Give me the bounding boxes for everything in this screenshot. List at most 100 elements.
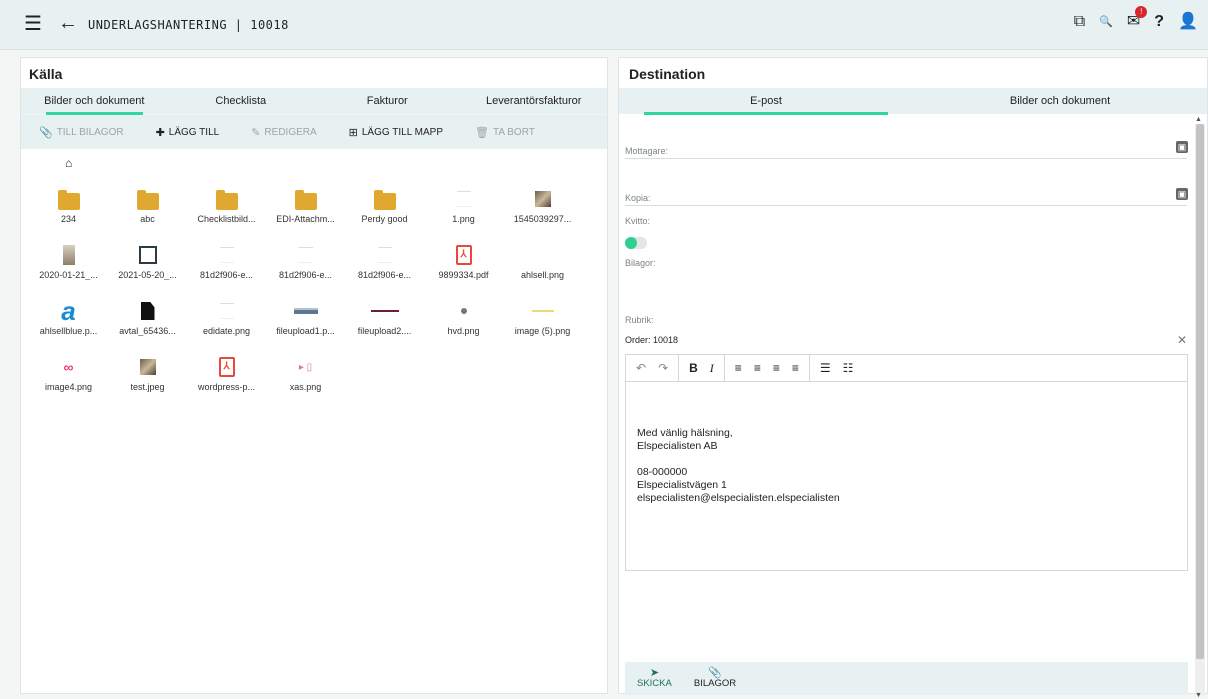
tab-checklist[interactable]: Checklista xyxy=(168,88,315,114)
tab-images-documents[interactable]: Bilder och dokument xyxy=(21,88,168,115)
file-name: 9899334.pdf xyxy=(438,270,489,280)
file-item[interactable]: test.jpeg xyxy=(108,356,187,392)
file-item[interactable]: ▸ ▯ xas.png xyxy=(266,356,345,393)
file-item[interactable]: edidate.png xyxy=(187,300,266,336)
file-item[interactable]: 1545039297... xyxy=(503,188,582,224)
attachments-button[interactable]: 📎 BILAGOR xyxy=(694,662,736,695)
file-thumb xyxy=(140,300,155,322)
logo-thumbnail: a xyxy=(61,296,76,326)
body-line xyxy=(637,453,1187,466)
add-button[interactable]: ✚ LÄGG TILL xyxy=(156,126,220,139)
photo-thumbnail xyxy=(139,359,156,375)
email-editor[interactable]: ↶ ↷ B I ≡ ≡ ≡ ≡ ☰ ☷ Med vänlig hälsning,… xyxy=(625,354,1188,571)
pdf-icon: ⅄ xyxy=(455,245,472,265)
file-toolbar: 📎 TILL BILAGOR ✚ LÄGG TILL ✎ REDIGERA ⊞ LÄGG… xyxy=(21,114,607,149)
file-item[interactable]: 81d2f906-e... xyxy=(266,244,345,280)
folder-item[interactable]: Checklistbild... xyxy=(187,188,266,224)
file-item[interactable]: hvd.png xyxy=(424,300,503,336)
file-thumb xyxy=(219,244,234,266)
file-thumb xyxy=(57,188,80,210)
pdf-icon: ⅄ xyxy=(218,357,235,377)
file-name: wordpress-p... xyxy=(197,382,256,392)
bold-button[interactable]: B xyxy=(689,361,698,375)
copy-label: Kopia: xyxy=(625,193,651,203)
tab-email[interactable]: E-post xyxy=(619,88,913,115)
file-item[interactable]: 2021-05-20_... xyxy=(108,244,187,280)
to-attachments-button[interactable]: 📎 TILL BILAGOR xyxy=(39,126,124,139)
file-item[interactable]: avtal_65436... xyxy=(108,300,187,336)
file-item[interactable]: fileupload2.... xyxy=(345,300,424,336)
redo-icon[interactable]: ↷ xyxy=(658,361,668,375)
file-thumb: ⅄ xyxy=(218,356,235,378)
undo-icon[interactable]: ↶ xyxy=(636,361,646,375)
receipt-toggle[interactable] xyxy=(625,237,647,249)
home-icon[interactable]: ⌂ xyxy=(65,156,72,170)
scrollbar-thumb[interactable] xyxy=(1196,124,1204,659)
delete-button[interactable]: 🗑 TA BORT xyxy=(475,126,535,139)
align-center-icon[interactable]: ≡ xyxy=(754,361,761,375)
mail-icon-wrap[interactable]: ✉! xyxy=(1127,6,1148,32)
file-name: 1.png xyxy=(452,214,475,224)
file-item[interactable]: a ahlsellblue.p... xyxy=(29,296,108,336)
editor-toolbar: ↶ ↷ B I ≡ ≡ ≡ ≡ ☰ ☷ xyxy=(626,354,1187,382)
file-item[interactable]: image (5).png xyxy=(503,300,582,336)
align-right-icon[interactable]: ≡ xyxy=(773,361,780,375)
editor-body[interactable]: Med vänlig hälsning, Elspecialisten AB 0… xyxy=(626,382,1187,505)
folder-item[interactable]: abc xyxy=(108,188,187,224)
file-item[interactable]: 1.png xyxy=(424,188,503,224)
file-name: fileupload2.... xyxy=(357,326,412,336)
numbered-list-icon[interactable]: ☷ xyxy=(843,361,854,375)
file-item[interactable]: ahlsell.png xyxy=(503,244,582,280)
edit-button[interactable]: ✎ REDIGERA xyxy=(251,126,316,139)
file-item[interactable]: ⅄ wordpress-p... xyxy=(187,356,266,392)
bullet-list-icon[interactable]: ☰ xyxy=(820,361,831,375)
tab-invoices[interactable]: Fakturor xyxy=(314,88,461,114)
file-thumb xyxy=(377,244,392,266)
folder-item[interactable]: 234 xyxy=(29,188,108,224)
address-book-icon[interactable]: ▣ xyxy=(1176,188,1188,200)
file-thumb xyxy=(138,244,157,266)
add-folder-button[interactable]: ⊞ LÄGG TILL MAPP xyxy=(349,126,443,139)
menu-icon[interactable]: ☰ xyxy=(24,14,42,34)
file-item[interactable]: ∞ image4.png xyxy=(29,356,108,392)
attachments-label: Bilagor: xyxy=(625,258,656,268)
recipient-field[interactable]: Mottagare: ▣ xyxy=(625,141,1188,159)
file-grid: 234 abc Checklistbild... EDI-Attachm... Perd… xyxy=(29,188,589,392)
italic-button[interactable]: I xyxy=(710,361,714,376)
file-thumb xyxy=(136,188,159,210)
copy-field[interactable]: Kopia: ▣ xyxy=(625,188,1188,206)
subject-input[interactable]: Order: 10018 ✕ xyxy=(625,333,1187,349)
tab-supplier-invoices[interactable]: Leverantörsfakturor xyxy=(461,88,608,114)
scrollbar[interactable]: ▲ ▼ xyxy=(1195,116,1205,699)
image-thumbnail xyxy=(456,191,471,207)
copy-icon[interactable]: ⧉ xyxy=(1074,12,1085,32)
user-icon[interactable]: 👤 xyxy=(1178,12,1198,32)
file-item[interactable]: fileupload1.p... xyxy=(266,300,345,336)
tab-images-documents-dest[interactable]: Bilder och dokument xyxy=(913,88,1207,114)
file-item[interactable]: 81d2f906-e... xyxy=(345,244,424,280)
folder-item[interactable]: EDI-Attachm... xyxy=(266,188,345,224)
file-thumb: ▸ ▯ xyxy=(299,356,312,378)
scroll-down-icon[interactable]: ▼ xyxy=(1195,692,1202,699)
file-item[interactable]: ⅄ 9899334.pdf xyxy=(424,244,503,280)
top-bar: ☰ ← UNDERLAGSHANTERING | 10018 ⧉ 🔍 ✉! ? … xyxy=(0,0,1208,50)
file-name: avtal_65436... xyxy=(119,326,176,336)
scroll-up-icon[interactable]: ▲ xyxy=(1195,116,1202,123)
clear-icon[interactable]: ✕ xyxy=(1177,333,1187,347)
send-button[interactable]: ➤ SKICKA xyxy=(637,662,672,695)
destination-tabs: E-post Bilder och dokument xyxy=(619,88,1207,115)
file-thumb xyxy=(139,356,156,378)
file-thumb xyxy=(531,300,554,322)
image-thumbnail xyxy=(460,308,467,314)
back-icon[interactable]: ← xyxy=(58,13,78,33)
file-item[interactable]: 81d2f906-e... xyxy=(187,244,266,280)
help-icon[interactable]: ? xyxy=(1154,12,1164,32)
address-book-icon[interactable]: ▣ xyxy=(1176,141,1188,153)
align-left-icon[interactable]: ≡ xyxy=(735,361,742,375)
search-icon[interactable]: 🔍 xyxy=(1099,12,1113,32)
file-thumb xyxy=(534,188,551,210)
align-justify-icon[interactable]: ≡ xyxy=(792,361,799,375)
folder-item[interactable]: Perdy good xyxy=(345,188,424,224)
trash-icon: 🗑 xyxy=(475,126,489,139)
file-item[interactable]: 2020-01-21_... xyxy=(29,244,108,280)
